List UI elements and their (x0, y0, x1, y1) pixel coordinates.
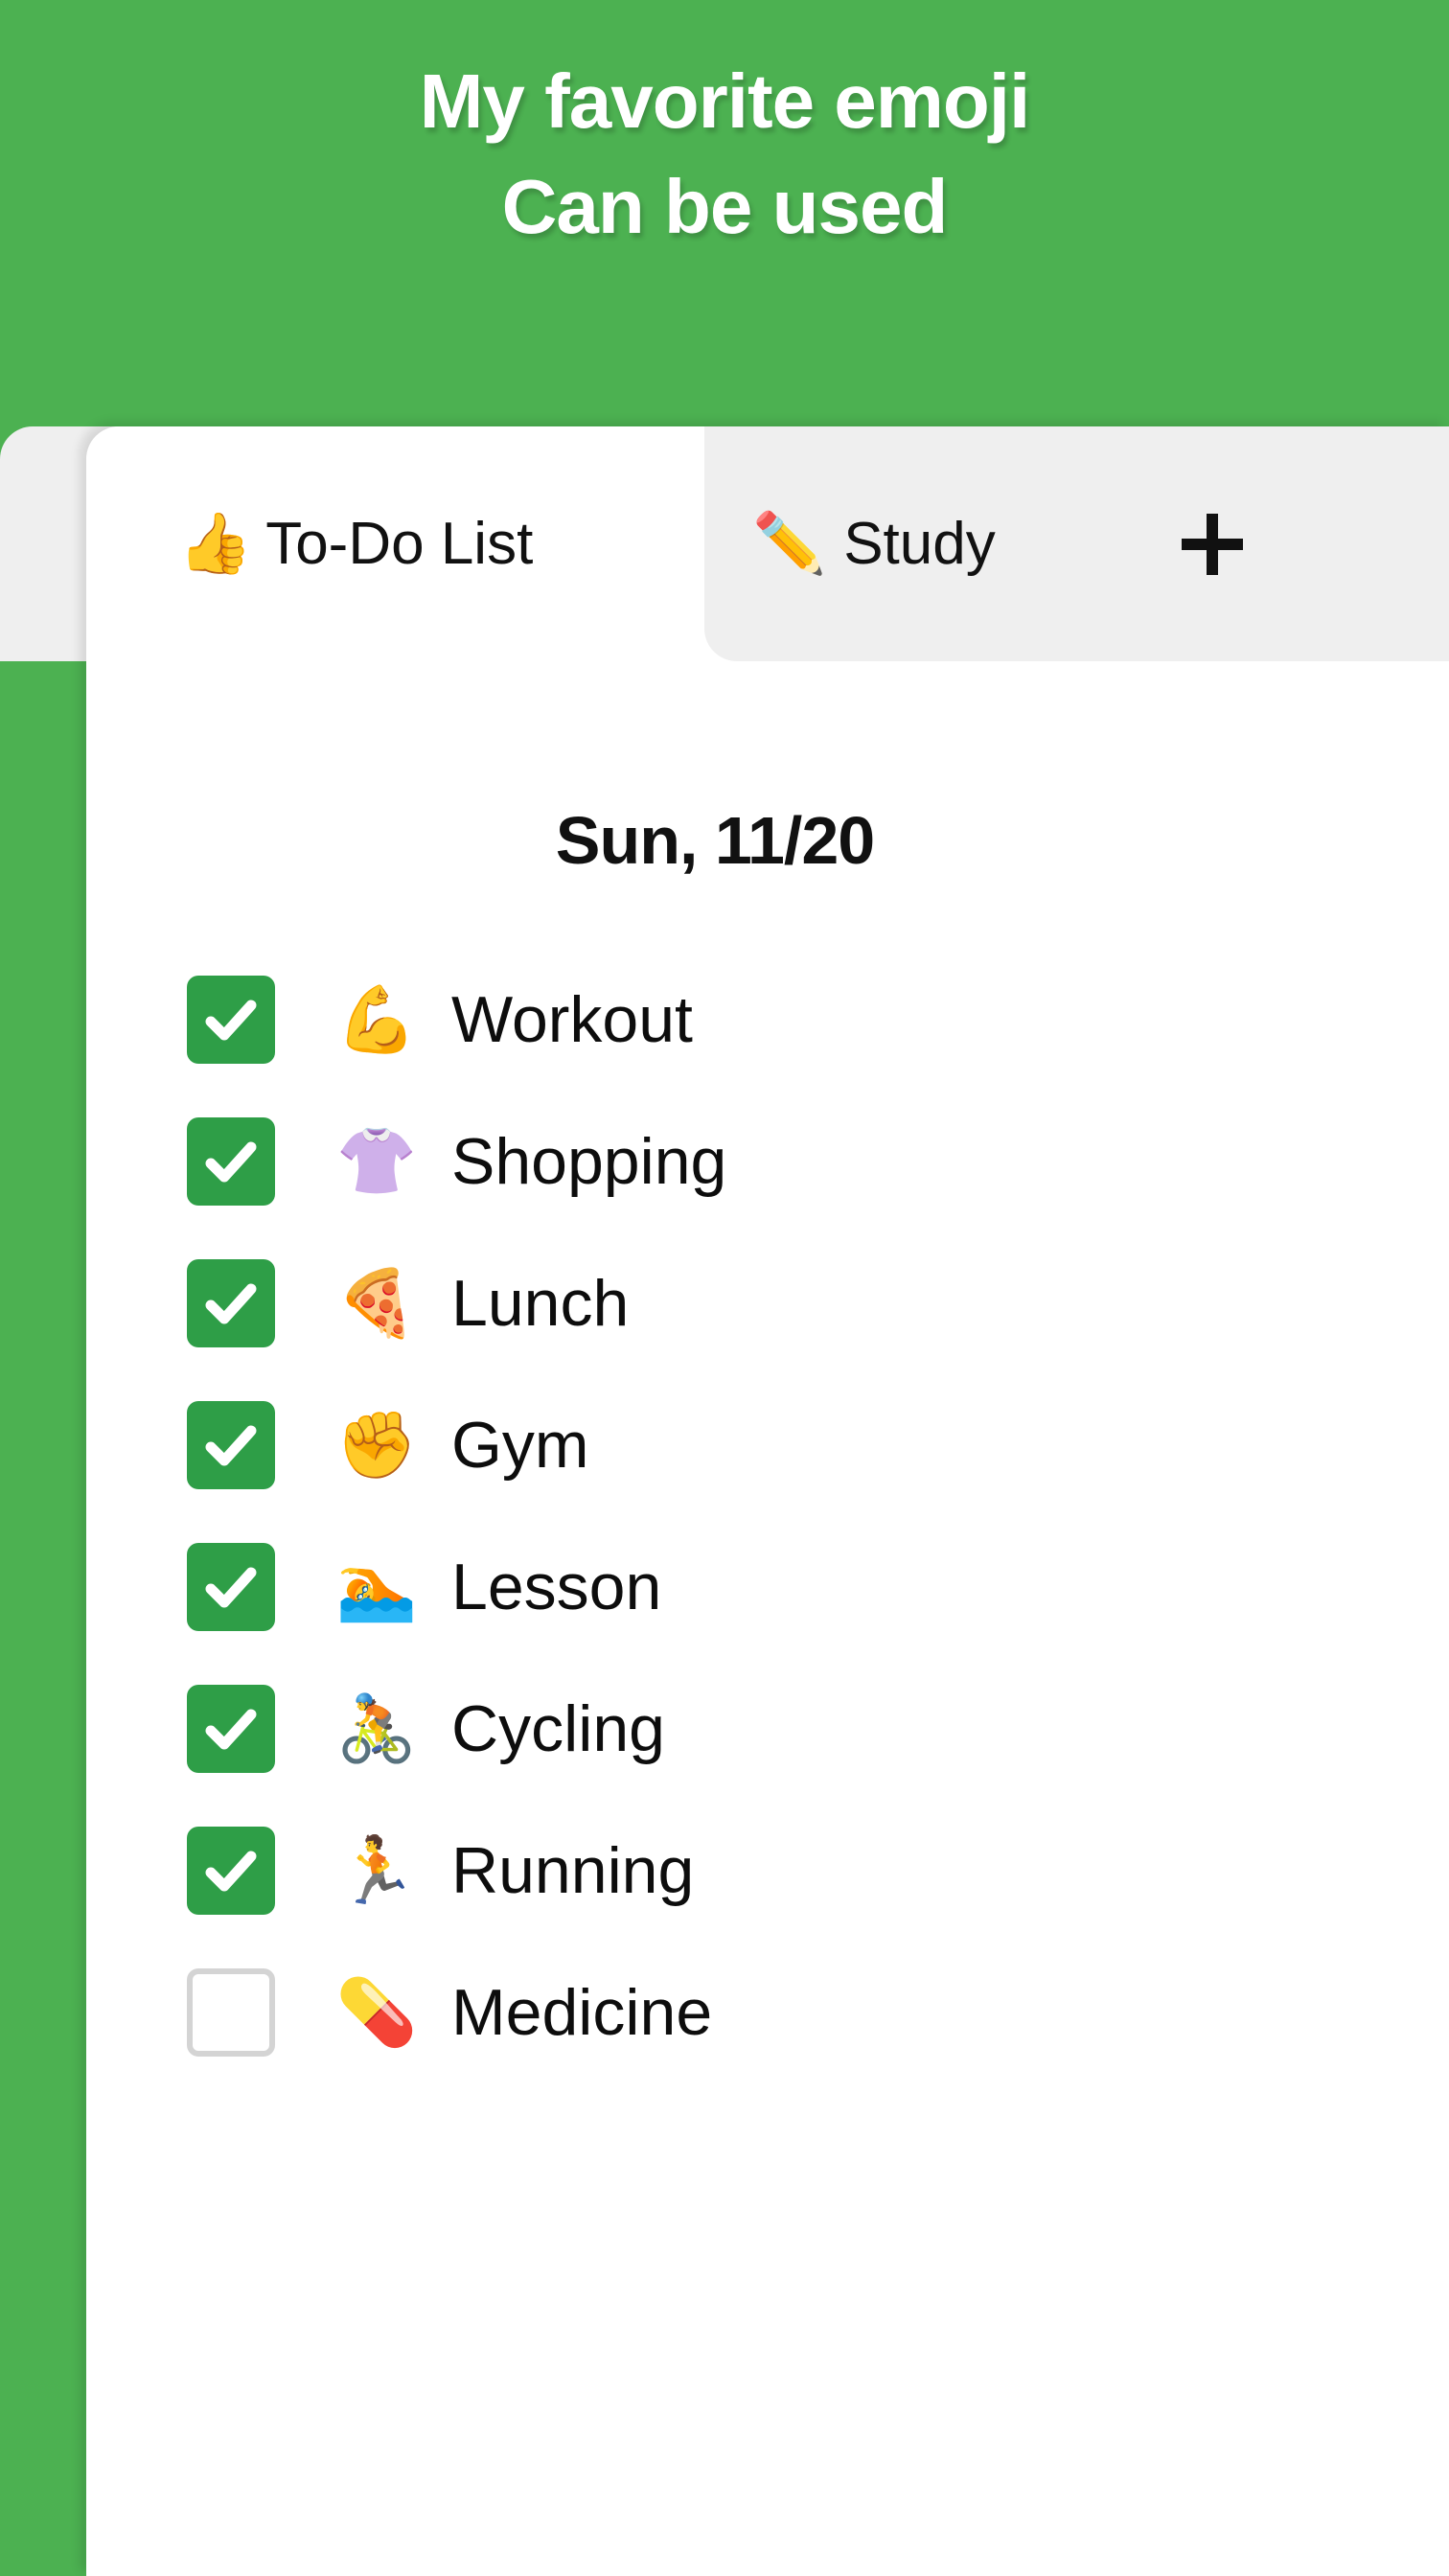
pencil-icon: ✏️ (752, 510, 827, 577)
task-row[interactable]: ✊ Gym (86, 1374, 1449, 1516)
hero-title-line-2: Can be used (501, 164, 949, 249)
task-row[interactable]: 🍕 Lunch (86, 1232, 1449, 1374)
pizza-emoji: 🍕 (335, 1267, 418, 1340)
task-list: 💪 Workout 👚 Shopping 🍕 Lunch ✊ Gym 🏊 Lesson 🚴 Cycli… (86, 949, 1449, 2083)
checkbox-checked[interactable] (187, 1685, 275, 1773)
task-label: Running (451, 1834, 695, 1907)
checkbox-checked[interactable] (187, 976, 275, 1064)
task-row[interactable]: 💊 Medicine (86, 1942, 1449, 2083)
thumbs-up-icon: 👍 (178, 510, 253, 577)
checkbox-checked[interactable] (187, 1259, 275, 1347)
task-label: Lunch (451, 1267, 630, 1340)
add-tab-button[interactable] (1150, 426, 1275, 661)
cyclist-emoji: 🚴 (335, 1692, 418, 1765)
tab-to-do-list[interactable]: 👍 To-Do List (86, 426, 704, 661)
task-label: Shopping (451, 1125, 727, 1198)
runner-emoji: 🏃 (335, 1834, 418, 1907)
task-label: Lesson (451, 1551, 662, 1623)
task-row[interactable]: 👚 Shopping (86, 1091, 1449, 1232)
content-card: 👍 To-Do List ✏️ Study Sun, 11/20 💪 Workou… (86, 426, 1449, 2576)
pill-emoji: 💊 (335, 1976, 418, 2049)
task-label: Cycling (451, 1692, 665, 1765)
plus-icon (1177, 509, 1248, 580)
checkbox-checked[interactable] (187, 1117, 275, 1206)
date-header: Sun, 11/20 (555, 803, 875, 878)
hero-banner: My favorite emoji Can be used (0, 0, 1449, 441)
checkbox-checked[interactable] (187, 1827, 275, 1915)
task-row[interactable]: 🏊 Lesson (86, 1516, 1449, 1658)
task-row[interactable]: 💪 Workout (86, 949, 1449, 1091)
task-row[interactable]: 🏃 Running (86, 1800, 1449, 1942)
task-row[interactable]: 🚴 Cycling (86, 1658, 1449, 1800)
tab-to-do-list-label: To-Do List (265, 510, 534, 577)
hero-title-line-1: My favorite emoji (419, 58, 1031, 144)
tab-study-label: Study (843, 510, 996, 577)
checkbox-checked[interactable] (187, 1401, 275, 1489)
flexed-biceps-emoji: 💪 (335, 983, 418, 1056)
tab-study[interactable]: ✏️ Study (752, 426, 996, 661)
task-label: Gym (451, 1409, 589, 1482)
task-label: Workout (451, 983, 693, 1056)
task-label: Medicine (451, 1976, 713, 2049)
checkbox-unchecked[interactable] (187, 1968, 275, 2057)
womans-clothes-emoji: 👚 (335, 1125, 418, 1198)
raised-fist-emoji: ✊ (335, 1409, 418, 1482)
swimmer-emoji: 🏊 (335, 1551, 418, 1623)
checkbox-checked[interactable] (187, 1543, 275, 1631)
